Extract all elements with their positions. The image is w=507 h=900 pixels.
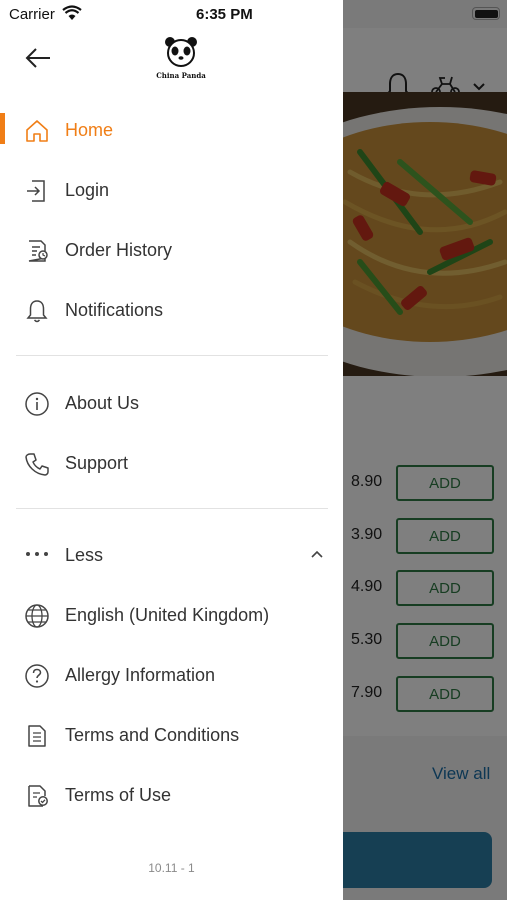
menu-item-home[interactable]: Home — [0, 106, 343, 154]
menu-item-language[interactable]: English (United Kingdom) — [0, 591, 343, 639]
wifi-icon — [62, 5, 82, 20]
back-arrow-icon[interactable] — [24, 46, 52, 70]
china-panda-logo: China Panda — [154, 36, 208, 80]
menu-item-label: Terms and Conditions — [65, 725, 240, 745]
status-bar: Carrier 6:35 PM — [0, 0, 507, 28]
clock: 6:35 PM — [196, 6, 253, 23]
menu-item-label: About Us — [65, 393, 140, 413]
divider — [16, 355, 328, 356]
order-history-icon — [28, 240, 48, 262]
menu-item-label: Login — [65, 180, 110, 200]
document-check-icon — [28, 785, 48, 807]
logo-text: China Panda — [156, 71, 206, 80]
bell-icon — [26, 300, 48, 323]
home-icon — [26, 120, 48, 142]
menu-item-about-us[interactable]: About Us — [0, 379, 343, 427]
info-icon — [25, 392, 49, 416]
phone-icon — [25, 453, 49, 476]
globe-icon — [25, 604, 49, 628]
battery-icon — [472, 7, 500, 20]
chevron-up-icon — [311, 550, 323, 558]
carrier-label: Carrier — [9, 6, 55, 23]
more-dots-icon — [26, 552, 48, 556]
menu-item-terms-of-use[interactable]: Terms of Use — [0, 771, 343, 819]
menu-item-login[interactable]: Login — [0, 166, 343, 214]
menu-item-order-history[interactable]: Order History — [0, 226, 343, 274]
menu-item-support[interactable]: Support — [0, 439, 343, 487]
menu-item-label: Support — [65, 453, 129, 473]
panda-icon — [165, 37, 197, 67]
menu-item-label: English (United Kingdom) — [65, 605, 270, 625]
login-icon — [27, 180, 45, 202]
question-circle-icon — [25, 664, 49, 688]
document-icon — [28, 725, 46, 747]
menu-item-label: Less — [65, 545, 104, 565]
navigation-drawer: China Panda Home Login Order History Not… — [0, 0, 343, 900]
app-version: 10.11 - 1 — [148, 861, 195, 875]
menu-item-less-toggle[interactable]: Less — [0, 531, 343, 579]
menu-item-notifications[interactable]: Notifications — [0, 286, 343, 334]
menu-item-label: Notifications — [65, 300, 164, 320]
divider — [16, 508, 328, 509]
menu-item-label: Terms of Use — [65, 785, 172, 805]
menu-item-allergy-information[interactable]: Allergy Information — [0, 651, 343, 699]
menu-item-label: Home — [65, 120, 114, 140]
menu-item-label: Order History — [65, 240, 173, 260]
menu-item-label: Allergy Information — [65, 665, 216, 685]
menu-item-terms-and-conditions[interactable]: Terms and Conditions — [0, 711, 343, 759]
